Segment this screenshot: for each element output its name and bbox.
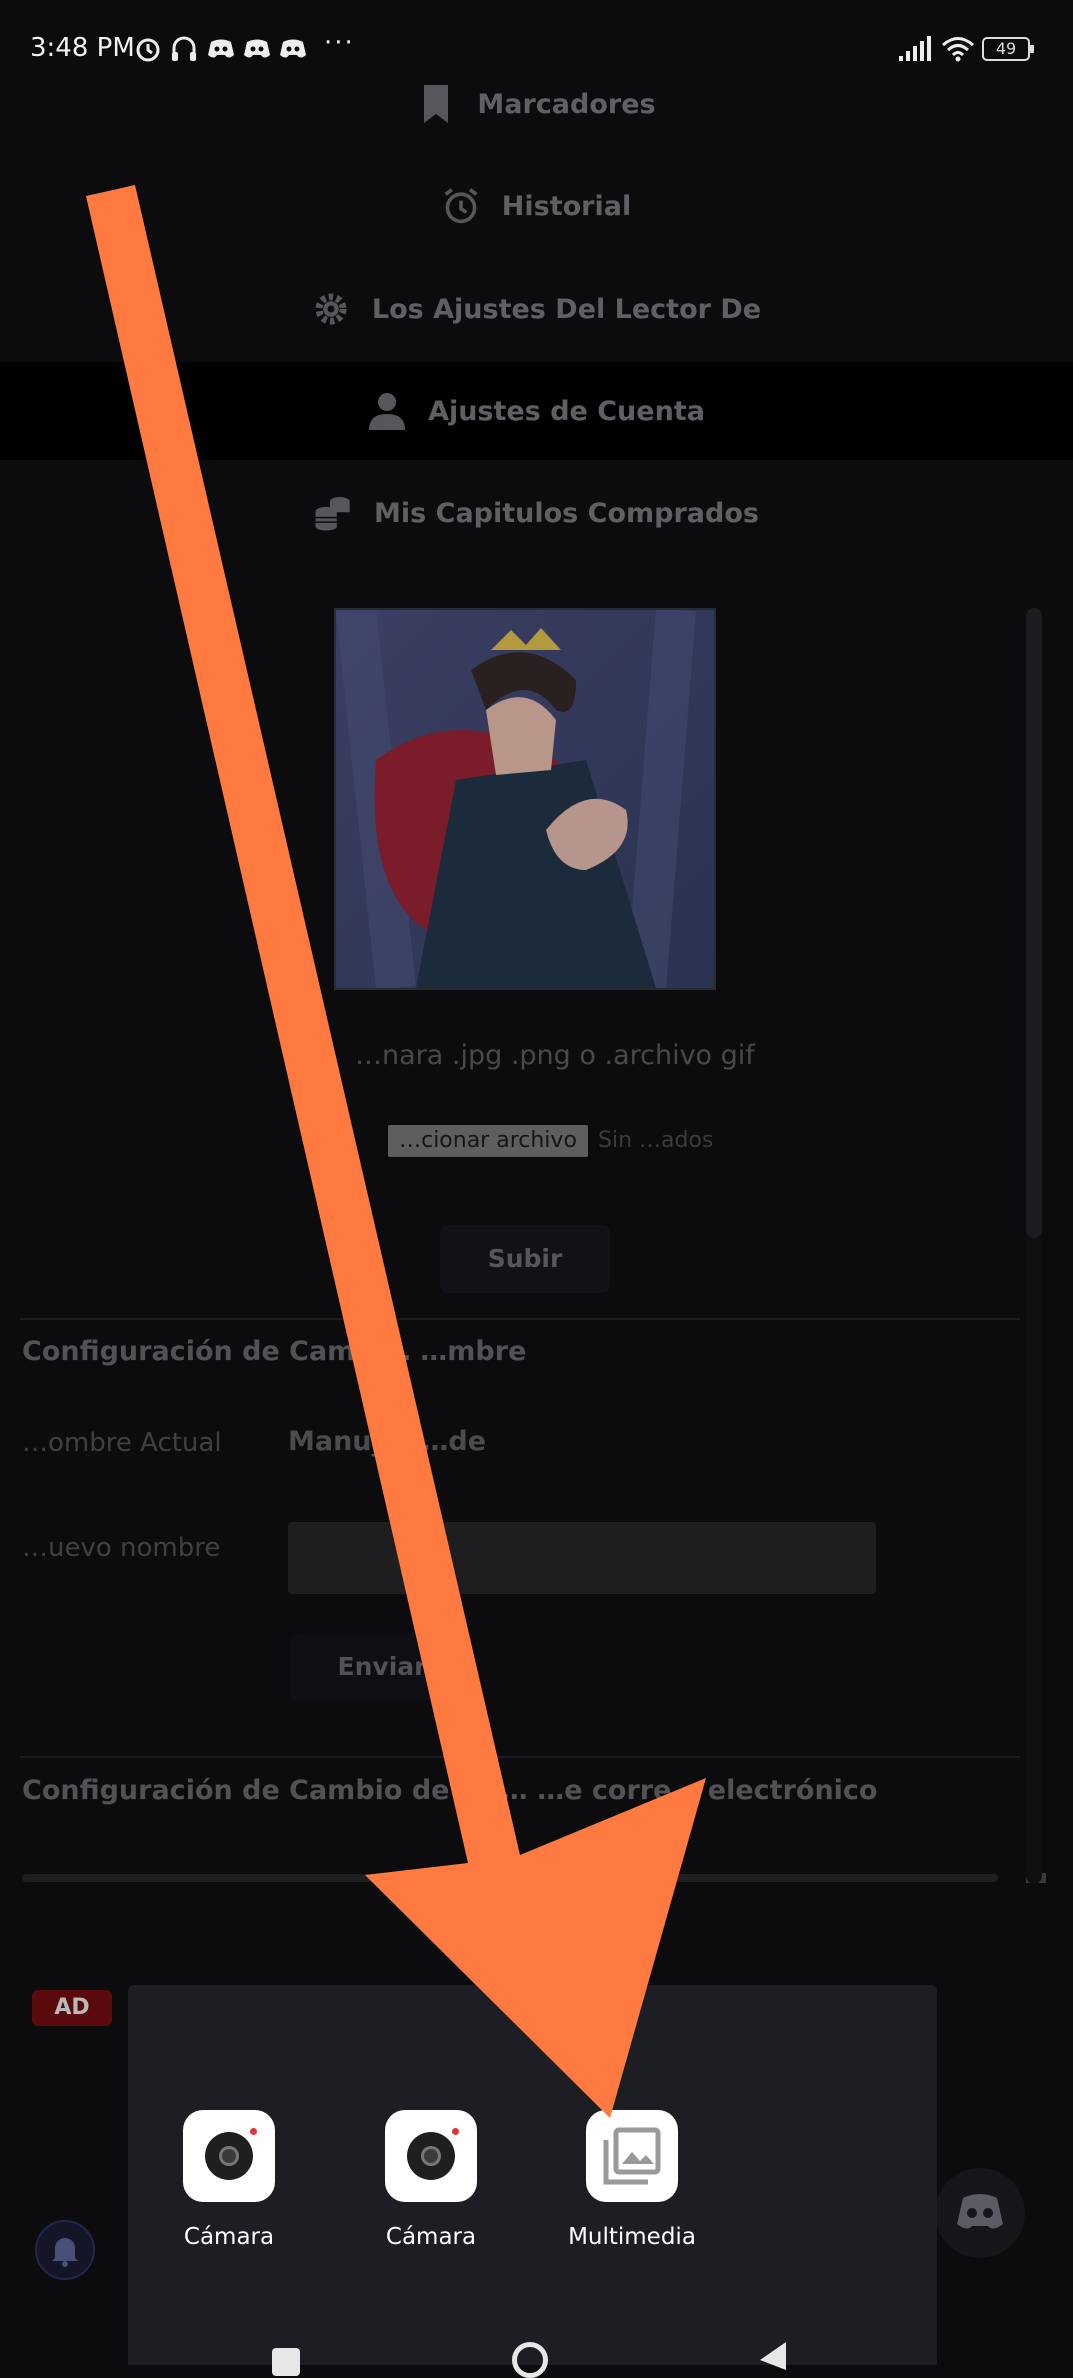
annotation-arrow — [86, 185, 706, 2118]
